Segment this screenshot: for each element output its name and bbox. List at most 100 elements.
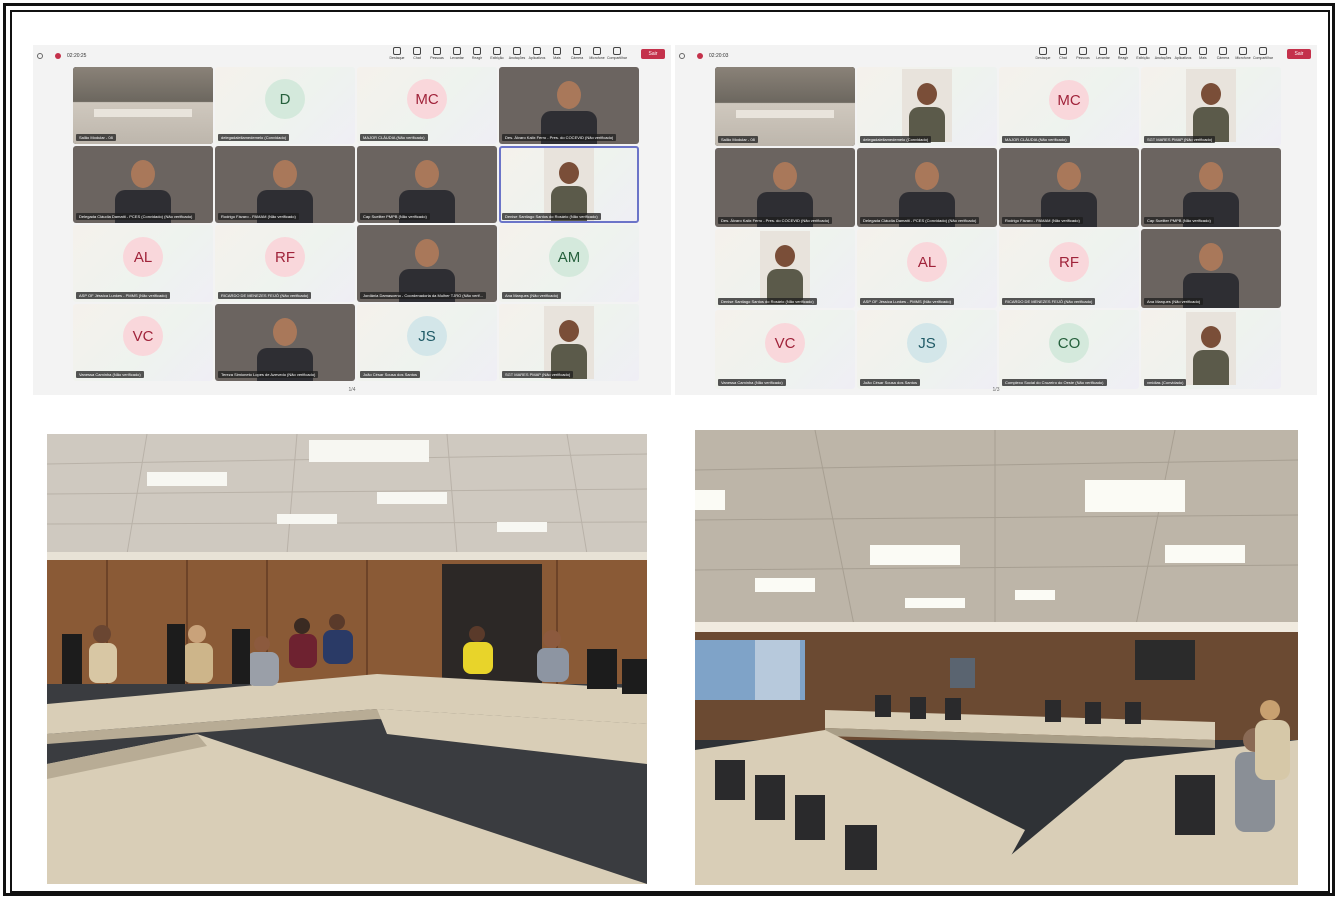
toolbar-pessoas-button[interactable]: Pessoas	[429, 47, 445, 60]
participant-tile[interactable]: Delegada Cláudia Damatti - PCES (Convida…	[73, 146, 213, 223]
toolbar-reagir-button[interactable]: Reagir	[1115, 47, 1131, 60]
participant-tile[interactable]: Cap Sueliter PMPB (Não verificado)	[357, 146, 497, 223]
participant-tile[interactable]: Ana Marques (Não verificado)	[1141, 229, 1281, 308]
leave-button[interactable]: Sair	[641, 49, 665, 59]
toolbar-label: Levantar	[1096, 56, 1110, 60]
toolbar-aplicativos-button[interactable]: Aplicativos	[529, 47, 545, 60]
toolbar-anotacoes-button[interactable]: Anotações	[509, 47, 525, 60]
participant-name-label: Denise Santiago Santos do Rosário (Não v…	[502, 213, 601, 220]
toolbar-label: Compartilhar	[1252, 56, 1274, 60]
participant-name-label: Cap Sueliter PMPB (Não verificado)	[1144, 217, 1214, 224]
meeting-timer: 02:20:25	[67, 53, 87, 59]
toolbar-label: Pessoas	[430, 56, 444, 60]
camera-icon	[573, 47, 581, 55]
toolbar-label: Exibição	[1136, 56, 1150, 60]
participant-tile[interactable]: RF RICARDO DE MENEZES FEIJÓ (Não verifica…	[999, 229, 1139, 308]
toolbar-pessoas-button[interactable]: Pessoas	[1075, 47, 1091, 60]
participant-tile[interactable]: Des. Álvaro Kalix Ferro - Pres. do COCEV…	[499, 67, 639, 144]
participant-tile[interactable]: Rodrigo Fávaro - PAMAM (Não verificado)	[215, 146, 355, 223]
participant-tile[interactable]: CO Complexo Social do Cruzeiro do Oeste (…	[999, 310, 1139, 389]
toolbar-label: Destaque	[389, 56, 405, 60]
participant-name-label: Ana Marques (Não verificado)	[502, 292, 562, 299]
person-head	[1201, 326, 1221, 348]
more-icon	[1199, 47, 1207, 55]
toolbar-mais-button[interactable]: Mais	[1195, 47, 1211, 60]
view-icon	[493, 47, 501, 55]
toolbar-chat-button[interactable]: Chat	[1055, 47, 1071, 60]
mic-icon	[593, 47, 601, 55]
participant-tile[interactable]: RF RICARDO DE MENEZES FEIJÓ (Não verifica…	[215, 225, 355, 302]
person-head	[773, 162, 797, 190]
share-icon	[613, 47, 621, 55]
participant-tile[interactable]: Salão Modular - 08	[73, 67, 213, 144]
participant-tile[interactable]: vmidias (Convidado)	[1141, 310, 1281, 389]
participant-name-label: Jordânia Damasceno - Coordenadoria da Mu…	[360, 292, 486, 299]
toolbar-label: Levantar	[450, 56, 464, 60]
toolbar-compartilhar-button[interactable]: Compartilhar	[1252, 47, 1274, 60]
destaque-icon	[1039, 47, 1047, 55]
participant-tile[interactable]: JS João César Sousa dos Santos	[357, 304, 497, 381]
toolbar-compartilhar-button[interactable]: Compartilhar	[607, 47, 627, 60]
room-table	[736, 110, 834, 119]
participant-name-label: Complexo Social do Cruzeiro do Oeste (Nã…	[1002, 379, 1107, 386]
leave-button[interactable]: Sair	[1287, 49, 1311, 59]
participant-tile[interactable]: SGT MARES PMAP (Não verificado)	[1141, 67, 1281, 146]
camera-icon	[1219, 47, 1227, 55]
page-indicator[interactable]: 1/3	[993, 387, 1000, 393]
toolbar-exibicao-button[interactable]: Exibição	[1135, 47, 1151, 60]
participant-tile[interactable]: Tereza Simioneto Lopes de Azevedo (Não v…	[215, 304, 355, 381]
participant-tile[interactable]: AL ASP OF Jéssica Lunkes - PMMS (Não veri…	[73, 225, 213, 302]
participant-name-label: Des. Álvaro Kalix Ferro - Pres. do COCEV…	[502, 134, 617, 141]
toolbar-chat-button[interactable]: Chat	[409, 47, 425, 60]
participant-tile[interactable]: AL ASP OF Jéssica Lunkes - PMMS (Não veri…	[857, 229, 997, 308]
room-video-feed	[73, 67, 213, 144]
participant-avatar: VC	[123, 316, 163, 357]
participant-tile[interactable]: Denise Santiago Santos do Rosário (Não v…	[499, 146, 639, 223]
participant-tile[interactable]: delegadaleilamedemelo (Convidado)	[857, 67, 997, 146]
person-head	[1199, 162, 1223, 190]
toolbar-aplicativos-button[interactable]: Aplicativos	[1175, 47, 1191, 60]
raise-hand-icon	[1099, 47, 1107, 55]
toolbar-camera-button[interactable]: Câmera	[569, 47, 585, 60]
participant-tile[interactable]: MC MAJOR CLÁUDIA (Não verificado)	[999, 67, 1139, 146]
toolbar-levantar-button[interactable]: Levantar	[449, 47, 465, 60]
toolbar-anotacoes-button[interactable]: Anotações	[1155, 47, 1171, 60]
participant-tile[interactable]: Rodrigo Fávaro - PAMAM (Não verificado)	[999, 148, 1139, 227]
participant-tile[interactable]: MC MAJOR CLÁUDIA (Não verificado)	[357, 67, 497, 144]
toolbar-exibicao-button[interactable]: Exibição	[489, 47, 505, 60]
toolbar-mais-button[interactable]: Mais	[549, 47, 565, 60]
person-head	[1199, 243, 1223, 271]
toolbar-levantar-button[interactable]: Levantar	[1095, 47, 1111, 60]
toolbar-microfone-button[interactable]: Microfone	[589, 47, 605, 60]
participant-tile[interactable]: Salão Modular - 08	[715, 67, 855, 146]
participant-tile[interactable]: Cap Sueliter PMPB (Não verificado)	[1141, 148, 1281, 227]
participant-avatar: JS	[407, 316, 447, 357]
participant-avatar: CO	[1049, 323, 1089, 364]
toolbar-microfone-button[interactable]: Microfone	[1235, 47, 1251, 60]
toolbar-label: Destaque	[1035, 56, 1051, 60]
toolbar-camera-button[interactable]: Câmera	[1215, 47, 1231, 60]
participant-name-label: Salão Modular - 08	[76, 134, 116, 141]
participant-tile[interactable]: Denise Santiago Santos do Rosário (Não v…	[715, 229, 855, 308]
participant-tile[interactable]: VC Vanessa Caminha (Não verificado)	[73, 304, 213, 381]
participant-tile[interactable]: Jordânia Damasceno - Coordenadoria da Mu…	[357, 225, 497, 302]
toolbar-destaque-button[interactable]: Destaque	[389, 47, 405, 60]
participant-tile[interactable]: AM Ana Marques (Não verificado)	[499, 225, 639, 302]
toolbar-tools: Destaque Chat Pessoas Levantar Reagir Exibiçã…	[1035, 47, 1274, 60]
page-indicator[interactable]: 1/4	[349, 387, 356, 393]
person-head	[559, 162, 579, 184]
toolbar-destaque-button[interactable]: Destaque	[1035, 47, 1051, 60]
toolbar-reagir-button[interactable]: Reagir	[469, 47, 485, 60]
participant-tile[interactable]: Des. Álvaro Kalix Ferro - Pres. do COCEV…	[715, 148, 855, 227]
participant-name-label: RICARDO DE MENEZES FEIJÓ (Não verificado…	[1002, 298, 1096, 305]
participant-tile[interactable]: Ddelegadaleilamedemelo (Convidado)	[215, 67, 355, 144]
participant-tile[interactable]: VC Vanessa Caminha (Não verificado)	[715, 310, 855, 389]
participant-tile[interactable]: SGT MARES PMAP (Não verificado)	[499, 304, 639, 381]
person-head	[559, 320, 579, 342]
participant-avatar: AL	[907, 242, 947, 283]
person-head	[415, 160, 439, 188]
apps-icon	[533, 47, 541, 55]
more-icon	[553, 47, 561, 55]
participant-tile[interactable]: Delegada Cláudia Damatti - PCES (Convida…	[857, 148, 997, 227]
participant-tile[interactable]: JS João César Sousa dos Santos	[857, 310, 997, 389]
